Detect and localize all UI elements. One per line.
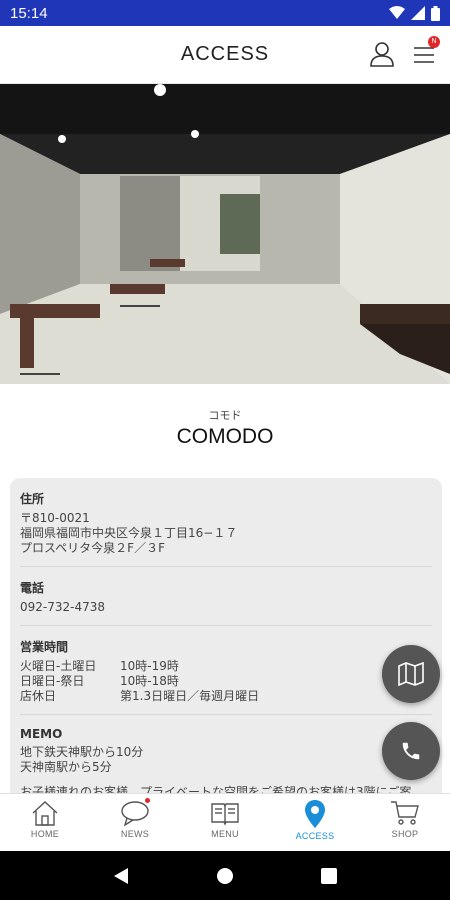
wifi-icon — [389, 6, 405, 19]
shop-name-kana: コモド — [208, 409, 242, 422]
postal-code: 〒810-0021 — [20, 511, 90, 525]
map-icon — [398, 662, 424, 686]
tab-label: ACCESS — [295, 831, 335, 841]
hours-row: 火曜日-土曜日 10時-19時 — [20, 659, 432, 674]
book-icon — [211, 803, 239, 826]
call-button[interactable] — [382, 722, 440, 780]
app-bar: ACCESS N — [0, 26, 450, 84]
news-unread-dot — [145, 798, 150, 803]
back-icon[interactable] — [113, 867, 129, 885]
hours-time: 10時-18時 — [120, 674, 179, 688]
tab-access[interactable]: ACCESS — [270, 794, 360, 851]
account-button[interactable] — [368, 40, 396, 68]
signal-icon — [411, 6, 425, 20]
tab-menu[interactable]: MENU — [180, 794, 270, 851]
chat-bubble-icon — [121, 801, 149, 826]
tab-shop[interactable]: SHOP — [360, 794, 450, 851]
user-icon — [370, 42, 394, 67]
cart-icon — [391, 801, 419, 825]
address-label: 住所 — [20, 492, 45, 506]
hours-day: 店休日 — [20, 689, 57, 703]
menu-button[interactable]: N — [410, 36, 440, 68]
system-nav-bar — [0, 851, 450, 900]
phone-section: 電話 092-732-4738 — [20, 575, 432, 626]
address-line: 福岡県福岡市中央区今泉１丁目16−１７ — [20, 526, 238, 540]
tab-home[interactable]: HOME — [0, 794, 90, 851]
hours-row: 店休日 第1.3日曜日／毎週月曜日 — [20, 689, 432, 704]
tab-label: NEWS — [120, 829, 150, 839]
address-section: 住所 〒810-0021 福岡県福岡市中央区今泉１丁目16−１７ プロスペリタ今… — [20, 486, 432, 567]
home-icon — [32, 801, 58, 826]
hours-label: 営業時間 — [20, 640, 69, 654]
tab-label: SHOP — [391, 829, 419, 839]
memo-line: 天神南駅から5分 — [20, 760, 112, 774]
status-time: 15:14 — [10, 4, 48, 22]
phone-label: 電話 — [20, 581, 45, 595]
tab-label: MENU — [211, 829, 239, 839]
memo-label: MEMO — [20, 727, 63, 741]
hours-row: 日曜日-祭日 10時-18時 — [20, 674, 432, 689]
status-bar: 15:14 — [0, 0, 450, 26]
home-circle-icon[interactable] — [216, 867, 234, 885]
hours-section: 営業時間 火曜日-土曜日 10時-19時 日曜日-祭日 10時-18時 店休日 … — [20, 634, 432, 715]
page-title: ACCESS — [180, 43, 270, 65]
tab-news[interactable]: NEWS — [90, 794, 180, 851]
map-button[interactable] — [382, 645, 440, 703]
hours-day: 火曜日-土曜日 — [20, 659, 97, 673]
bottom-tab-bar: HOME NEWS MENU ACCESS SHOP — [0, 793, 450, 851]
building-line: プロスペリタ今泉２F／３F — [20, 541, 165, 555]
battery-icon — [431, 5, 440, 21]
memo-line: 地下鉄天神駅から10分 — [20, 745, 144, 759]
phone-number[interactable]: 092-732-4738 — [20, 600, 432, 615]
salon-photo — [0, 84, 450, 384]
notification-badge: N — [428, 36, 440, 48]
recents-icon[interactable] — [320, 867, 337, 884]
tab-label: HOME — [30, 829, 60, 839]
hours-time: 10時-19時 — [120, 659, 179, 673]
phone-icon — [402, 742, 420, 760]
hours-time: 第1.3日曜日／毎週月曜日 — [120, 689, 260, 703]
shop-name: COMODO — [176, 425, 274, 448]
hours-day: 日曜日-祭日 — [20, 674, 85, 688]
map-pin-icon — [305, 800, 325, 828]
shop-info-card: 住所 〒810-0021 福岡県福岡市中央区今泉１丁目16−１７ プロスペリタ今… — [10, 478, 442, 808]
